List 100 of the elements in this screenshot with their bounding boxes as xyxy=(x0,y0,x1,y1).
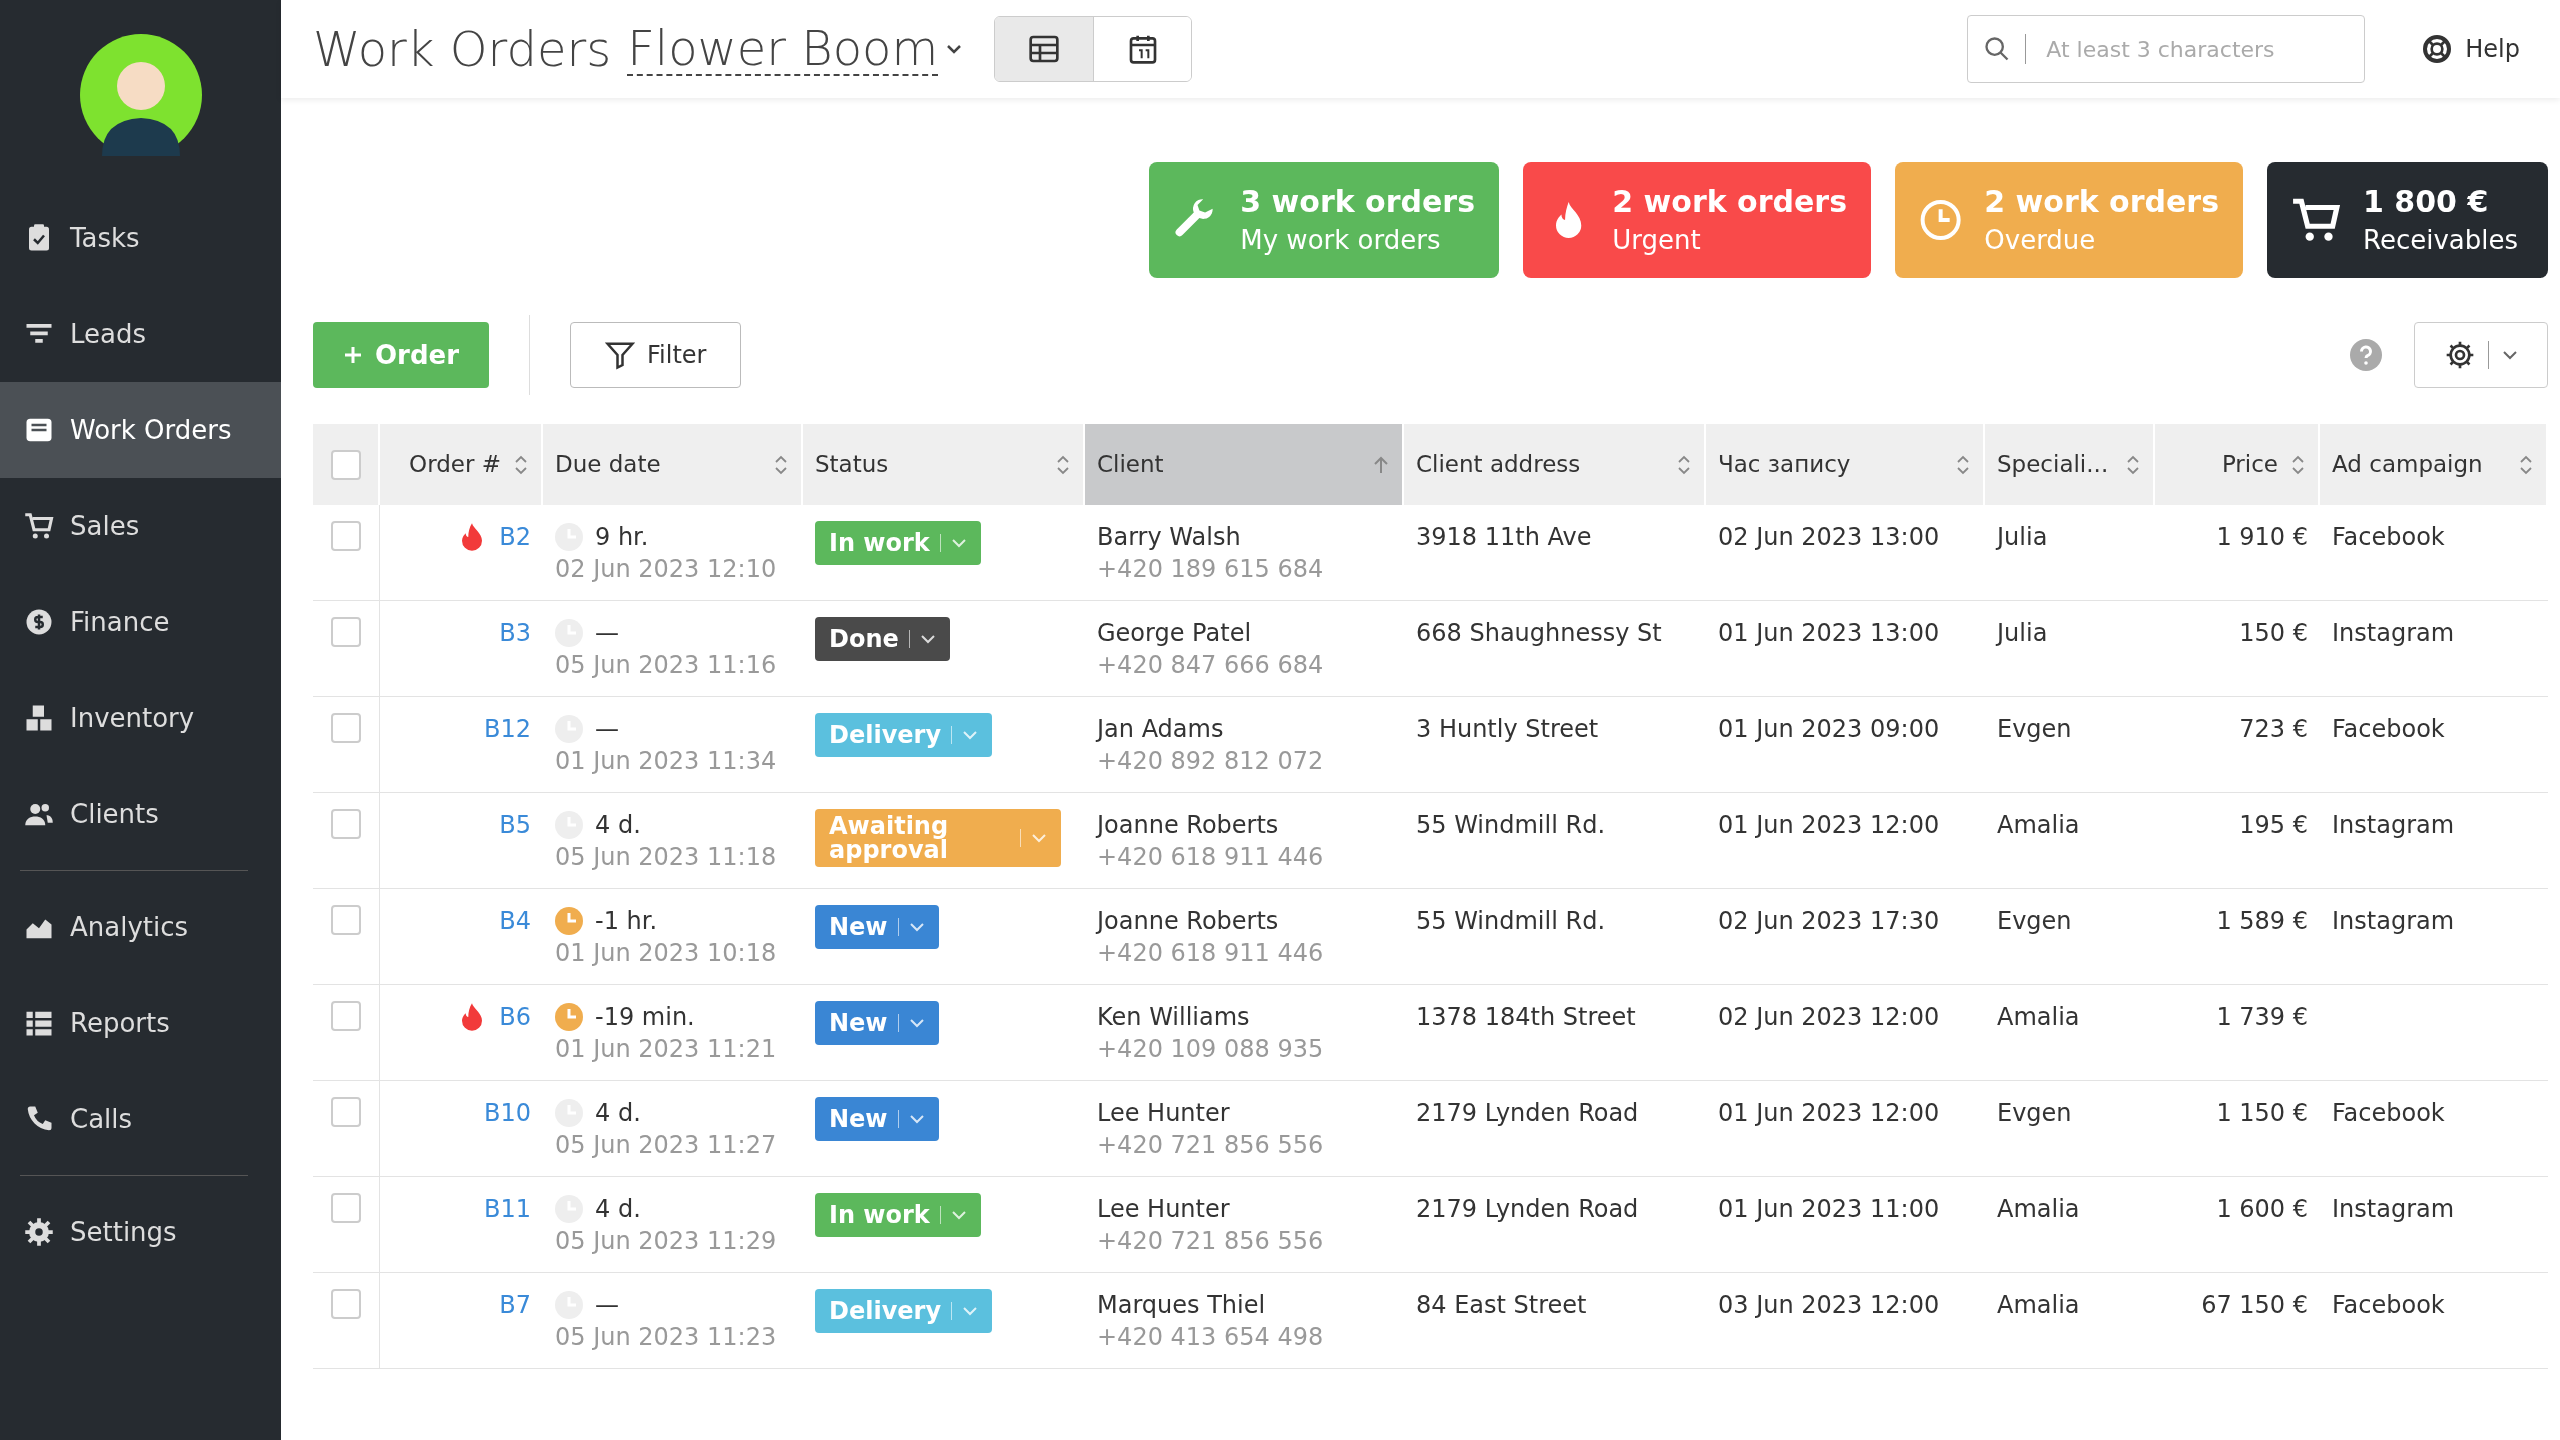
client-name: Ken Williams xyxy=(1097,1002,1251,1033)
table-row[interactable]: B7 — 05 Jun 2023 11:23 Delivery Marques Thiel +420 413 654 498 84 East Street 03 Jun 2023 12:00 Amalia 67 150 € Facebook xyxy=(313,1273,2548,1369)
sidebar-item[interactable]: Finance xyxy=(0,574,281,670)
specialist-name: Evgen xyxy=(1997,715,2072,743)
chevron-down-icon xyxy=(962,1306,979,1316)
client-name: Lee Hunter xyxy=(1097,1098,1231,1129)
filter-button[interactable]: Filter xyxy=(570,322,742,388)
specialist-name: Julia xyxy=(1997,619,2048,647)
table-row[interactable]: B10 4 d. 05 Jun 2023 11:27 New Lee Hunter +420 721 856 556 2179 Lynden Road 01 Jun 2023 12:00 Evgen 1 150 € Facebook xyxy=(313,1081,2548,1177)
status-dropdown[interactable]: New xyxy=(815,1001,939,1045)
appointment-time: 02 Jun 2023 13:00 xyxy=(1718,523,1940,551)
order-link[interactable]: B4 xyxy=(499,905,531,937)
checkbox[interactable] xyxy=(331,521,361,551)
price: 150 € xyxy=(2239,618,2308,649)
ad-campaign: Facebook xyxy=(2332,1099,2445,1127)
checkbox[interactable] xyxy=(331,1193,361,1223)
column-header[interactable]: Order # xyxy=(380,424,543,505)
order-link[interactable]: B2 xyxy=(499,521,531,553)
avatar[interactable] xyxy=(79,34,202,156)
sidebar-item[interactable]: Analytics xyxy=(0,879,281,975)
table-row[interactable]: B4 -1 hr. 01 Jun 2023 10:18 New Joanne Roberts +420 618 911 446 55 Windmill Rd. 02 Jun 2023 17:30 Evgen 1 589 € Instagram xyxy=(313,889,2548,985)
company-dropdown[interactable]: Flower Boom xyxy=(627,21,963,77)
sidebar-item[interactable]: Tasks xyxy=(0,190,281,286)
order-link[interactable]: B10 xyxy=(484,1097,531,1129)
receivables-card[interactable]: 1 800 € Receivables xyxy=(2267,162,2548,278)
table-row[interactable]: B6 -19 min. 01 Jun 2023 11:21 New Ken Williams +420 109 088 935 1378 184th Street 02 Jun 2023 12:00 Amalia 1 739 € xyxy=(313,985,2548,1081)
checkbox[interactable] xyxy=(331,809,361,839)
appointment-time: 02 Jun 2023 17:30 xyxy=(1718,907,1940,935)
status-dropdown[interactable]: New xyxy=(815,1097,939,1141)
due-time: 4 d. xyxy=(595,1194,641,1225)
ad-campaign: Instagram xyxy=(2332,1195,2455,1223)
checkbox[interactable] xyxy=(331,1001,361,1031)
help-link[interactable]: Help xyxy=(2421,31,2520,67)
column-header[interactable]: Status xyxy=(803,424,1085,505)
checkbox[interactable] xyxy=(331,617,361,647)
column-header[interactable]: Client xyxy=(1085,424,1404,505)
order-link[interactable]: B12 xyxy=(484,713,531,745)
table-settings-button[interactable] xyxy=(2414,322,2548,388)
ad-campaign: Facebook xyxy=(2332,715,2445,743)
sidebar-item[interactable]: Clients xyxy=(0,766,281,862)
order-link[interactable]: B11 xyxy=(484,1193,531,1225)
sidebar-item[interactable]: Sales xyxy=(0,478,281,574)
client-name: Marques Thiel xyxy=(1097,1290,1267,1321)
chevron-down-icon xyxy=(950,1210,967,1220)
client-phone: +420 618 911 446 xyxy=(1097,938,1325,969)
checkbox[interactable] xyxy=(330,449,361,480)
status-dropdown[interactable]: Done xyxy=(815,617,950,661)
column-header[interactable]: Час запису xyxy=(1706,424,1985,505)
client-phone: +420 618 911 446 xyxy=(1097,842,1325,873)
client-phone: +420 721 856 556 xyxy=(1097,1130,1325,1161)
table-row[interactable]: B11 4 d. 05 Jun 2023 11:29 In work Lee Hunter +420 721 856 556 2179 Lynden Road 01 Jun 2023 11:00 Amalia 1 600 € Instagram xyxy=(313,1177,2548,1273)
due-time: — xyxy=(595,1290,619,1321)
checkbox[interactable] xyxy=(331,905,361,935)
sidebar-item[interactable]: Reports xyxy=(0,975,281,1071)
order-link[interactable]: B7 xyxy=(499,1289,531,1321)
sidebar-item[interactable]: Inventory xyxy=(0,670,281,766)
price: 723 € xyxy=(2239,714,2308,745)
due-time: — xyxy=(595,714,619,745)
column-header[interactable]: Speciali... xyxy=(1985,424,2155,505)
chevron-down-icon xyxy=(1031,833,1047,843)
checkbox[interactable] xyxy=(331,713,361,743)
due-date: 05 Jun 2023 11:29 xyxy=(555,1226,778,1257)
table-row[interactable]: B2 9 hr. 02 Jun 2023 12:10 In work Barry Walsh +420 189 615 684 3918 11th Ave 02 Jun 2023 13:00 Julia 1 910 € Facebook xyxy=(313,505,2548,601)
ad-campaign: Facebook xyxy=(2332,1291,2445,1319)
due-date: 01 Jun 2023 11:21 xyxy=(555,1034,778,1065)
due-date: 01 Jun 2023 10:18 xyxy=(555,938,778,969)
sidebar-item[interactable]: Leads xyxy=(0,286,281,382)
help-icon[interactable] xyxy=(2350,339,2382,371)
sidebar-item[interactable]: Settings xyxy=(0,1184,281,1280)
client-name: Barry Walsh xyxy=(1097,522,1242,553)
price: 67 150 € xyxy=(2201,1290,2308,1321)
column-header[interactable]: Due date xyxy=(543,424,803,505)
order-link[interactable]: B6 xyxy=(499,1001,531,1033)
checkbox[interactable] xyxy=(331,1097,361,1127)
client-phone: +420 413 654 498 xyxy=(1097,1322,1325,1353)
sidebar-item[interactable]: Work Orders xyxy=(0,382,281,478)
table-row[interactable]: B3 — 05 Jun 2023 11:16 Done George Patel +420 847 666 684 668 Shaughnessy St 01 Jun 2023 13:00 Julia 150 € Instagram xyxy=(313,601,2548,697)
checkbox[interactable] xyxy=(331,1289,361,1319)
status-dropdown[interactable]: New xyxy=(815,905,939,949)
caret-icon xyxy=(946,44,963,54)
search-field[interactable]: At least 3 characters xyxy=(1967,15,2366,83)
client-phone: +420 189 615 684 xyxy=(1097,554,1325,585)
appointment-time: 03 Jun 2023 12:00 xyxy=(1718,1291,1940,1319)
table-row[interactable]: B5 4 d. 05 Jun 2023 11:18 Awaiting approval Joanne Roberts +420 618 911 446 55 Windmill Rd. 01 Jun 2023 12:00 Amalia 195 € Instagram xyxy=(313,793,2548,889)
appointment-time: 01 Jun 2023 13:00 xyxy=(1718,619,1940,647)
order-link[interactable]: B5 xyxy=(499,809,531,841)
column-header[interactable]: Price xyxy=(2155,424,2320,505)
sort-up-icon xyxy=(1372,454,1390,475)
column-header[interactable]: Ad campaign xyxy=(2320,424,2548,505)
sidebar-item[interactable]: Calls xyxy=(0,1071,281,1167)
sort-icon xyxy=(2290,453,2306,476)
column-header[interactable]: Client address xyxy=(1404,424,1706,505)
client-name: Lee Hunter xyxy=(1097,1194,1231,1225)
table-view-button[interactable] xyxy=(995,17,1094,81)
appointment-time: 01 Jun 2023 12:00 xyxy=(1718,811,1940,839)
calendar-view-button[interactable] xyxy=(1093,17,1192,81)
client-address: 668 Shaughnessy St xyxy=(1416,619,1662,647)
appointment-time: 01 Jun 2023 11:00 xyxy=(1718,1195,1940,1223)
order-link[interactable]: B3 xyxy=(499,617,531,649)
table-row[interactable]: B12 — 01 Jun 2023 11:34 Delivery Jan Adams +420 892 812 072 3 Huntly Street 01 Jun 2023 09:00 Evgen 723 € Facebook xyxy=(313,697,2548,793)
